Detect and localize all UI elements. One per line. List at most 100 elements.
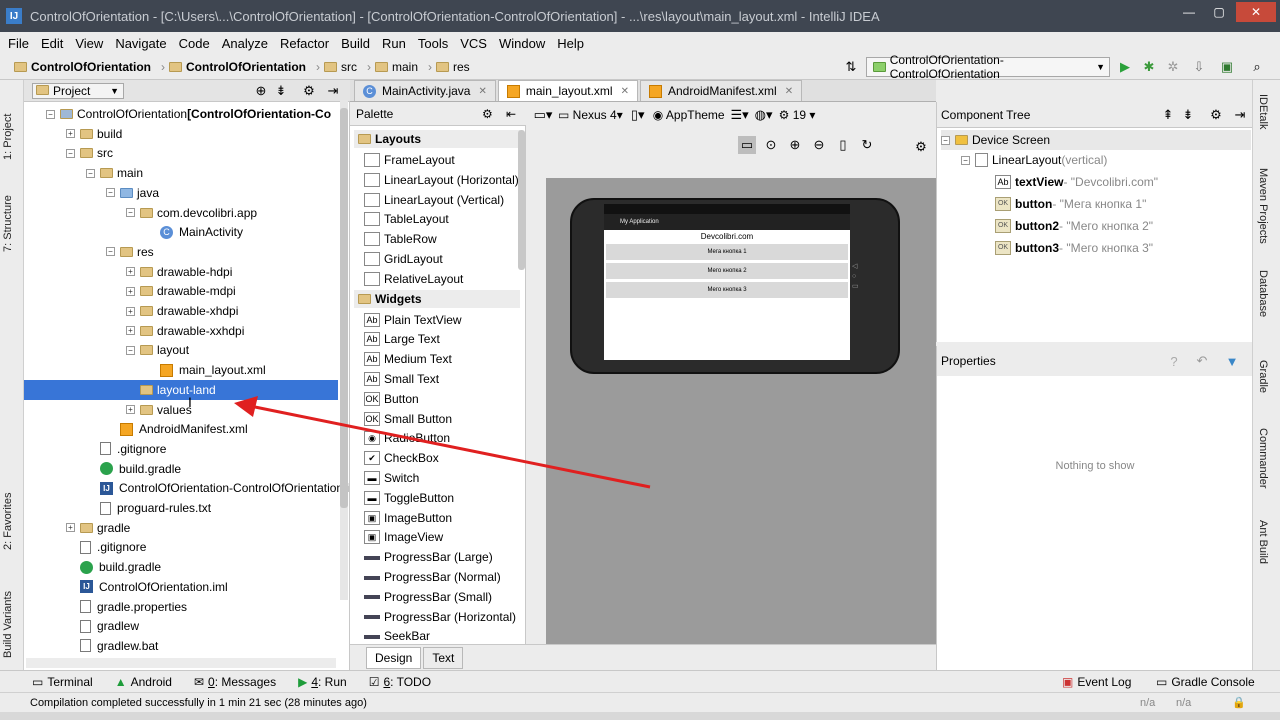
tree-item-androidmanifest-xml[interactable]: AndroidManifest.xml <box>106 419 248 439</box>
breadcrumb-res[interactable]: res <box>436 60 470 74</box>
settings-gear-icon[interactable]: ⚙ <box>912 138 930 156</box>
tree-item-gradle[interactable]: + gradle <box>66 518 130 538</box>
menu-file[interactable]: File <box>8 36 29 51</box>
tree-item-values[interactable]: + values <box>126 400 192 420</box>
tree-item-src[interactable]: − src <box>66 143 113 163</box>
close-tab-icon[interactable]: ✕ <box>785 86 793 97</box>
expand-icon[interactable]: + <box>66 523 75 533</box>
project-view-select[interactable]: Project ▼ <box>32 82 124 99</box>
palette-item-relativelayout[interactable]: RelativeLayout <box>364 269 463 289</box>
menu-navigate[interactable]: Navigate <box>115 36 166 51</box>
tree-item-gitignore[interactable]: .gitignore <box>86 439 166 459</box>
tool-event-log[interactable]: ▣ Event Log <box>1062 675 1131 689</box>
collapse-icon[interactable]: − <box>126 208 135 217</box>
palette-item-linearlayout-horizontal[interactable]: LinearLayout (Horizontal) <box>364 170 519 190</box>
tree-item-build[interactable]: + build <box>66 124 122 144</box>
tab-project[interactable]: 1: Project <box>2 90 14 160</box>
settings-gear-icon[interactable]: ⚙ <box>300 82 318 100</box>
menu-analyze[interactable]: Analyze <box>222 36 268 51</box>
menu-code[interactable]: Code <box>179 36 210 51</box>
locale-globe-icon[interactable]: ◍▾ <box>755 106 773 124</box>
collapse-icon[interactable]: − <box>86 168 95 178</box>
tab-maven-projects[interactable]: Maven Projects <box>1257 168 1269 244</box>
tree-item-gradlew-bat[interactable]: gradlew.bat <box>66 636 158 656</box>
hide-panel-icon[interactable]: ⇥ <box>324 82 342 100</box>
palette-item-linearlayout-vertical[interactable]: LinearLayout (Vertical) <box>364 190 504 210</box>
zoom-out-icon[interactable]: ⊖ <box>810 136 828 154</box>
tree-item-gradle-properties[interactable]: gradle.properties <box>66 597 187 617</box>
palette-item-togglebutton[interactable]: ▬ ToggleButton <box>364 488 454 508</box>
palette-item-imageview[interactable]: ▣ ImageView <box>364 527 443 547</box>
palette-scrollbar[interactable] <box>518 130 525 270</box>
device-screen[interactable]: My Application Devcolibri.com Мега кнопк… <box>604 204 850 360</box>
menu-run[interactable]: Run <box>382 36 406 51</box>
palette-item-tablelayout[interactable]: TableLayout <box>364 209 449 229</box>
api-level-select[interactable]: ⚙ 19 ▾ <box>779 108 816 122</box>
maximize-button[interactable]: ▢ <box>1206 2 1232 22</box>
palette-item-tablerow[interactable]: TableRow <box>364 229 437 249</box>
palette-item-progressbar-small[interactable]: ProgressBar (Small) <box>364 587 492 607</box>
tree-item-gitignore[interactable]: .gitignore <box>66 537 146 557</box>
breadcrumb-src[interactable]: src <box>324 60 357 74</box>
expand-icon[interactable]: + <box>66 129 75 139</box>
run-icon[interactable]: ▶ <box>1116 58 1134 76</box>
tree-item-proguard-rules-txt[interactable]: proguard-rules.txt <box>86 498 211 518</box>
project-h-scrollbar[interactable] <box>26 658 336 668</box>
hide-panel-icon[interactable]: ⇥ <box>1231 106 1249 124</box>
palette-item-checkbox[interactable]: ✔ CheckBox <box>364 448 439 468</box>
tree-item-com-devcolibri-app[interactable]: − com.devcolibri.app <box>126 203 257 223</box>
lock-icon[interactable]: 🔒 <box>1232 696 1246 709</box>
palette-item-progressbar-large[interactable]: ProgressBar (Large) <box>364 547 493 567</box>
palette-category-widgets[interactable]: Widgets <box>354 289 520 308</box>
ct-button2[interactable]: OK button2 - "Мего кнопка 2" <box>995 216 1153 236</box>
ct-linearlayout[interactable]: − LinearLayout (vertical) <box>961 150 1107 170</box>
palette-item-gridlayout[interactable]: GridLayout <box>364 249 443 269</box>
palette-item-progressbar-horizontal[interactable]: ProgressBar (Horizontal) <box>364 607 516 627</box>
tab-commander[interactable]: Commander <box>1257 428 1269 489</box>
filter-icon[interactable]: ▼ <box>1223 352 1241 370</box>
refresh-icon[interactable]: ↻ <box>858 136 876 154</box>
menu-vcs[interactable]: VCS <box>460 36 487 51</box>
device-select[interactable]: ▭ Nexus 4▾ <box>558 108 623 122</box>
tree-item-main-layout-xml[interactable]: main_layout.xml <box>146 360 266 380</box>
tool-run[interactable]: ▶ 4: Run <box>298 675 347 689</box>
tab-mainactivity[interactable]: C MainActivity.java ✕ <box>354 80 496 101</box>
zoom-actual-icon[interactable]: ⊙ <box>762 136 780 154</box>
tree-item-res[interactable]: − res <box>106 242 154 262</box>
tab-text[interactable]: Text <box>423 646 464 669</box>
breadcrumb-module[interactable]: ControlOfOrientation <box>169 60 306 74</box>
toggle-preview-icon[interactable]: ▭ <box>738 136 756 154</box>
ct-textview[interactable]: Ab textView - "Devcolibri.com" <box>995 172 1158 192</box>
sdk-manager-icon[interactable]: ⇩ <box>1190 58 1208 76</box>
expand-icon[interactable]: + <box>126 286 135 296</box>
make-project-icon[interactable]: ⇅ <box>842 58 860 76</box>
project-scrollbar[interactable] <box>340 100 348 600</box>
tree-item-build-gradle[interactable]: build.gradle <box>86 459 181 479</box>
breadcrumb-project[interactable]: ControlOfOrientation <box>14 60 151 74</box>
palette-category-layouts[interactable]: Layouts <box>354 130 520 148</box>
palette-item-button[interactable]: OK Button <box>364 389 419 409</box>
collapse-icon[interactable]: − <box>941 135 950 145</box>
palette-item-progressbar-normal[interactable]: ProgressBar (Normal) <box>364 567 501 587</box>
ct-device-screen[interactable]: − Device Screen <box>941 130 1251 150</box>
tree-item-build-gradle[interactable]: build.gradle <box>66 557 161 577</box>
tree-item-drawable-xxhdpi[interactable]: + drawable-xxhdpi <box>126 321 244 341</box>
palette-item-medium-text[interactable]: Ab Medium Text <box>364 349 452 369</box>
close-button[interactable]: ✕ <box>1236 2 1276 22</box>
tab-database[interactable]: Database <box>1257 270 1269 317</box>
preview-button-3[interactable]: Мего кнопка 3 <box>606 282 848 298</box>
close-tab-icon[interactable]: ✕ <box>621 86 629 97</box>
tree-item-java[interactable]: − java <box>106 183 159 203</box>
tool-messages[interactable]: ✉ 0: Messages <box>194 675 276 689</box>
debug-icon[interactable]: ✱ <box>1140 58 1158 76</box>
collapse-all-icon[interactable]: ⇟ <box>1179 106 1197 124</box>
expand-icon[interactable]: + <box>126 267 135 277</box>
breadcrumb-main[interactable]: main <box>375 60 418 74</box>
expand-icon[interactable]: + <box>126 306 135 316</box>
tree-item-layout-land[interactable]: layout-land <box>24 379 338 400</box>
activity-icon[interactable]: ☰▾ <box>731 106 749 124</box>
screenshot-icon[interactable]: ▯ <box>834 136 852 154</box>
tab-ant-build[interactable]: Ant Build <box>1257 520 1269 564</box>
collapse-all-icon[interactable]: ⇟ <box>272 82 290 100</box>
tree-item-gradlew[interactable]: gradlew <box>66 616 139 636</box>
